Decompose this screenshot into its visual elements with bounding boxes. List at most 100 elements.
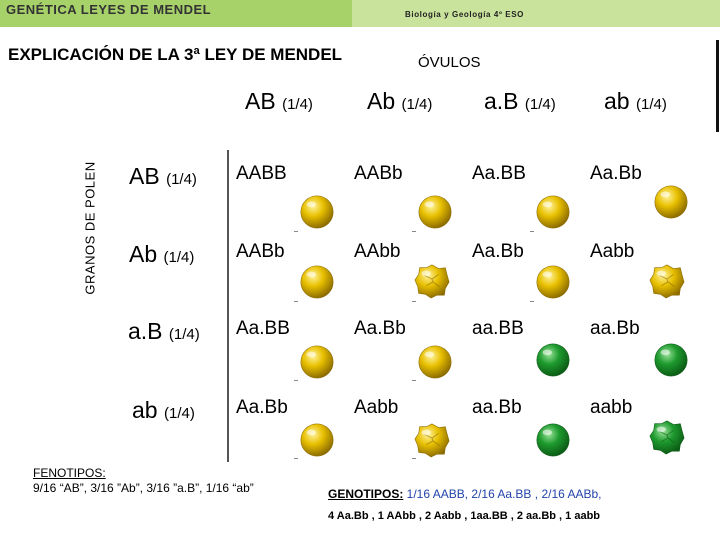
cell-genotype: Aa.Bb (472, 241, 524, 262)
pea-body (418, 345, 452, 379)
pea-body (654, 343, 688, 377)
tick-mark (294, 231, 298, 232)
pea-icon (536, 343, 570, 377)
header-bar: GENÉTICA LEYES DE MENDEL Biología y Geol… (0, 0, 720, 27)
row-fraction: (1/4) (166, 171, 197, 188)
pea-icon (300, 195, 334, 229)
pea-body (654, 185, 688, 219)
pea-highlight (660, 191, 671, 198)
pea-highlight (421, 429, 432, 436)
cell-genotype: Aa.Bb (236, 397, 288, 418)
column-fraction: (1/4) (524, 96, 556, 113)
genotipos-label: GENOTIPOS: (328, 487, 404, 501)
cell-genotype: aa.BB (472, 318, 524, 339)
pea-body (536, 265, 570, 299)
pea-highlight (542, 201, 553, 208)
pea-highlight (656, 426, 667, 433)
fenotipos-summary: FENOTIPOS: 9/16 “AB”, 3/16 ”Ab”, 3/16 ”a… (33, 466, 254, 496)
pea-body (414, 264, 450, 299)
pea-icon (649, 420, 685, 455)
pea-highlight (542, 349, 553, 356)
pea-highlight (542, 429, 553, 436)
row-fraction: (1/4) (168, 326, 200, 343)
column-fraction: (1/4) (635, 96, 667, 113)
pea-body (536, 195, 570, 229)
column-header: AB (1/4) (245, 88, 313, 115)
pea-body (536, 423, 570, 457)
pea-body (300, 195, 334, 229)
pea-highlight (424, 351, 435, 358)
pea-icon (654, 343, 688, 377)
pea-icon (654, 185, 688, 219)
pea-icon (536, 265, 570, 299)
pea-highlight (542, 271, 553, 278)
pea-icon (300, 423, 334, 457)
tick-mark (294, 458, 298, 459)
row-header: Ab (1/4) (129, 241, 194, 268)
row-fraction: (1/4) (163, 405, 195, 422)
genotipos-line1: 1/16 AABB, 2/16 Aa.BB , 2/16 AABb, (403, 487, 602, 501)
pea-icon (649, 264, 685, 299)
right-edge-line (716, 40, 719, 132)
row-gamete: Ab (129, 241, 158, 267)
pea-highlight (656, 270, 667, 277)
cell-genotype: AABB (236, 163, 287, 184)
cell-genotype: AAbb (354, 241, 401, 262)
row-fraction: (1/4) (163, 249, 195, 266)
fenotipos-text: 9/16 “AB”, 3/16 ”Ab”, 3/16 ”a.B”, 1/16 “… (33, 481, 254, 495)
cell-genotype: aa.Bb (472, 397, 522, 418)
pea-highlight (424, 201, 435, 208)
header-subtitle: Biología y Geología 4º ESO (405, 10, 524, 19)
pea-highlight (421, 270, 432, 277)
column-gamete: ab (604, 88, 630, 114)
pea-icon (300, 345, 334, 379)
pea-body (300, 345, 334, 379)
ovulos-label: ÓVULOS (418, 54, 481, 71)
column-fraction: (1/4) (282, 96, 313, 113)
cell-genotype: Aabb (354, 397, 399, 418)
pea-icon (536, 195, 570, 229)
row-header: ab (1/4) (132, 397, 195, 424)
header-title: GENÉTICA LEYES DE MENDEL (6, 2, 212, 17)
cell-genotype: AABb (354, 163, 403, 184)
tick-mark (530, 231, 534, 232)
pea-icon (414, 423, 450, 458)
column-gamete: a.B (484, 88, 519, 114)
genotipos-summary: GENOTIPOS: 1/16 AABB, 2/16 Aa.BB , 2/16 … (328, 483, 601, 527)
tick-mark (530, 301, 534, 302)
tick-mark (294, 301, 298, 302)
pea-highlight (306, 201, 317, 208)
cell-genotype: Aa.BB (236, 318, 290, 339)
pea-body (649, 420, 685, 455)
row-gamete: a.B (128, 318, 163, 344)
tick-mark (294, 380, 298, 381)
tick-mark (412, 380, 416, 381)
pea-body (300, 265, 334, 299)
tick-mark (412, 458, 416, 459)
pea-highlight (306, 271, 317, 278)
fenotipos-label: FENOTIPOS: (33, 466, 106, 480)
cell-genotype: Aa.Bb (590, 163, 642, 184)
tick-mark (412, 301, 416, 302)
row-header: a.B (1/4) (128, 318, 200, 345)
row-gamete: ab (132, 397, 158, 423)
column-divider (227, 150, 229, 462)
cell-genotype: Aabb (590, 241, 635, 262)
cell-genotype: Aa.BB (472, 163, 526, 184)
cell-genotype: AABb (236, 241, 285, 262)
pea-body (649, 264, 685, 299)
pea-body (300, 423, 334, 457)
pea-highlight (660, 349, 671, 356)
pea-icon (418, 345, 452, 379)
column-header: Ab (1/4) (367, 88, 432, 115)
pea-highlight (306, 429, 317, 436)
column-header: ab (1/4) (604, 88, 667, 115)
column-gamete: AB (245, 88, 276, 114)
pea-body (536, 343, 570, 377)
column-header: a.B (1/4) (484, 88, 556, 115)
pea-body (414, 423, 450, 458)
pea-icon (300, 265, 334, 299)
pea-icon (414, 264, 450, 299)
cell-genotype: aabb (590, 397, 633, 418)
pea-highlight (306, 351, 317, 358)
